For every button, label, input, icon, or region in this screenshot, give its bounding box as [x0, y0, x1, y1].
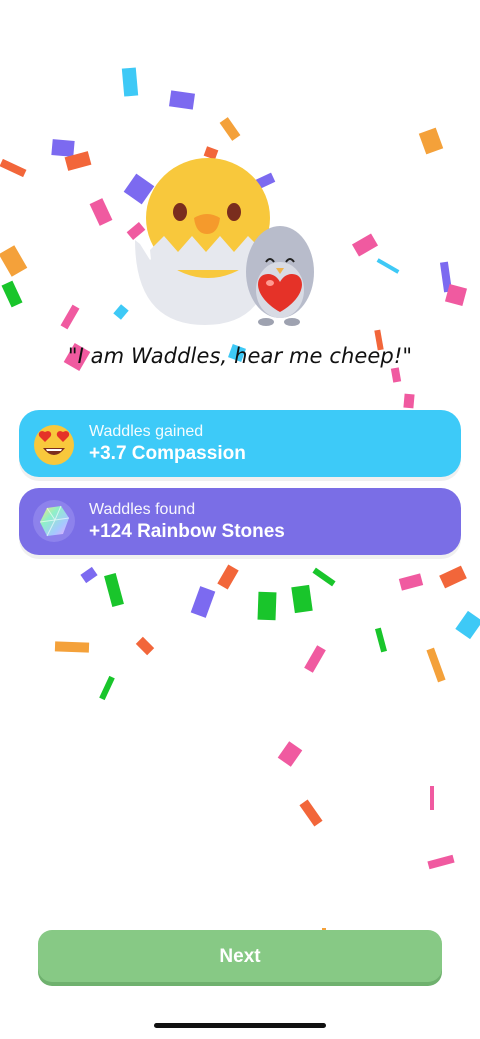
confetti-piece — [99, 675, 115, 701]
confetti-piece — [439, 261, 453, 293]
confetti-piece — [418, 127, 444, 155]
confetti-piece — [304, 645, 326, 673]
reward-value: +3.7 Compassion — [89, 443, 246, 464]
confetti-piece — [430, 786, 434, 810]
confetti-piece — [351, 233, 379, 257]
confetti-piece — [390, 367, 402, 383]
rainbow-stone-icon — [31, 498, 77, 544]
confetti-piece — [121, 67, 139, 97]
confetti-piece — [374, 627, 388, 653]
heart-eyes-emoji-icon — [31, 420, 77, 466]
confetti-piece — [403, 393, 415, 409]
confetti-piece — [219, 117, 241, 141]
confetti-piece — [426, 647, 446, 683]
confetti-piece — [0, 158, 27, 178]
confetti-piece — [291, 584, 313, 614]
confetti-piece — [80, 566, 98, 584]
confetti-piece — [135, 636, 155, 656]
confetti-piece — [190, 586, 216, 618]
confetti-piece — [60, 304, 80, 330]
confetti-piece — [89, 198, 113, 226]
confetti-piece — [376, 258, 400, 274]
confetti-piece — [64, 151, 92, 171]
mascot-quote: "I am Waddles, hear me cheep!" — [67, 344, 413, 368]
confetti-piece — [0, 245, 28, 277]
confetti-piece — [439, 565, 467, 589]
confetti-piece — [1, 280, 23, 308]
next-button[interactable]: Next — [38, 930, 442, 982]
reward-caption: Waddles gained — [89, 423, 204, 440]
confetti-piece — [217, 564, 239, 590]
confetti-piece — [54, 641, 90, 653]
home-indicator[interactable] — [154, 1023, 326, 1028]
rainbow-stones-reward-card: Waddles found +124 Rainbow Stones — [19, 488, 461, 555]
mascot-illustration — [120, 140, 340, 340]
confetti-piece — [257, 591, 277, 621]
confetti-piece — [312, 567, 336, 587]
confetti-piece — [104, 572, 124, 608]
confetti-piece — [299, 799, 323, 827]
confetti-piece — [277, 741, 303, 767]
confetti-piece — [398, 573, 424, 591]
confetti-piece — [169, 90, 195, 110]
confetti-piece — [51, 139, 75, 157]
confetti-piece — [455, 610, 480, 640]
confetti-piece — [444, 283, 468, 307]
reward-value: +124 Rainbow Stones — [89, 521, 285, 542]
confetti-piece — [427, 854, 455, 870]
reward-caption: Waddles found — [89, 501, 196, 518]
compassion-reward-card: Waddles gained +3.7 Compassion — [19, 410, 461, 477]
